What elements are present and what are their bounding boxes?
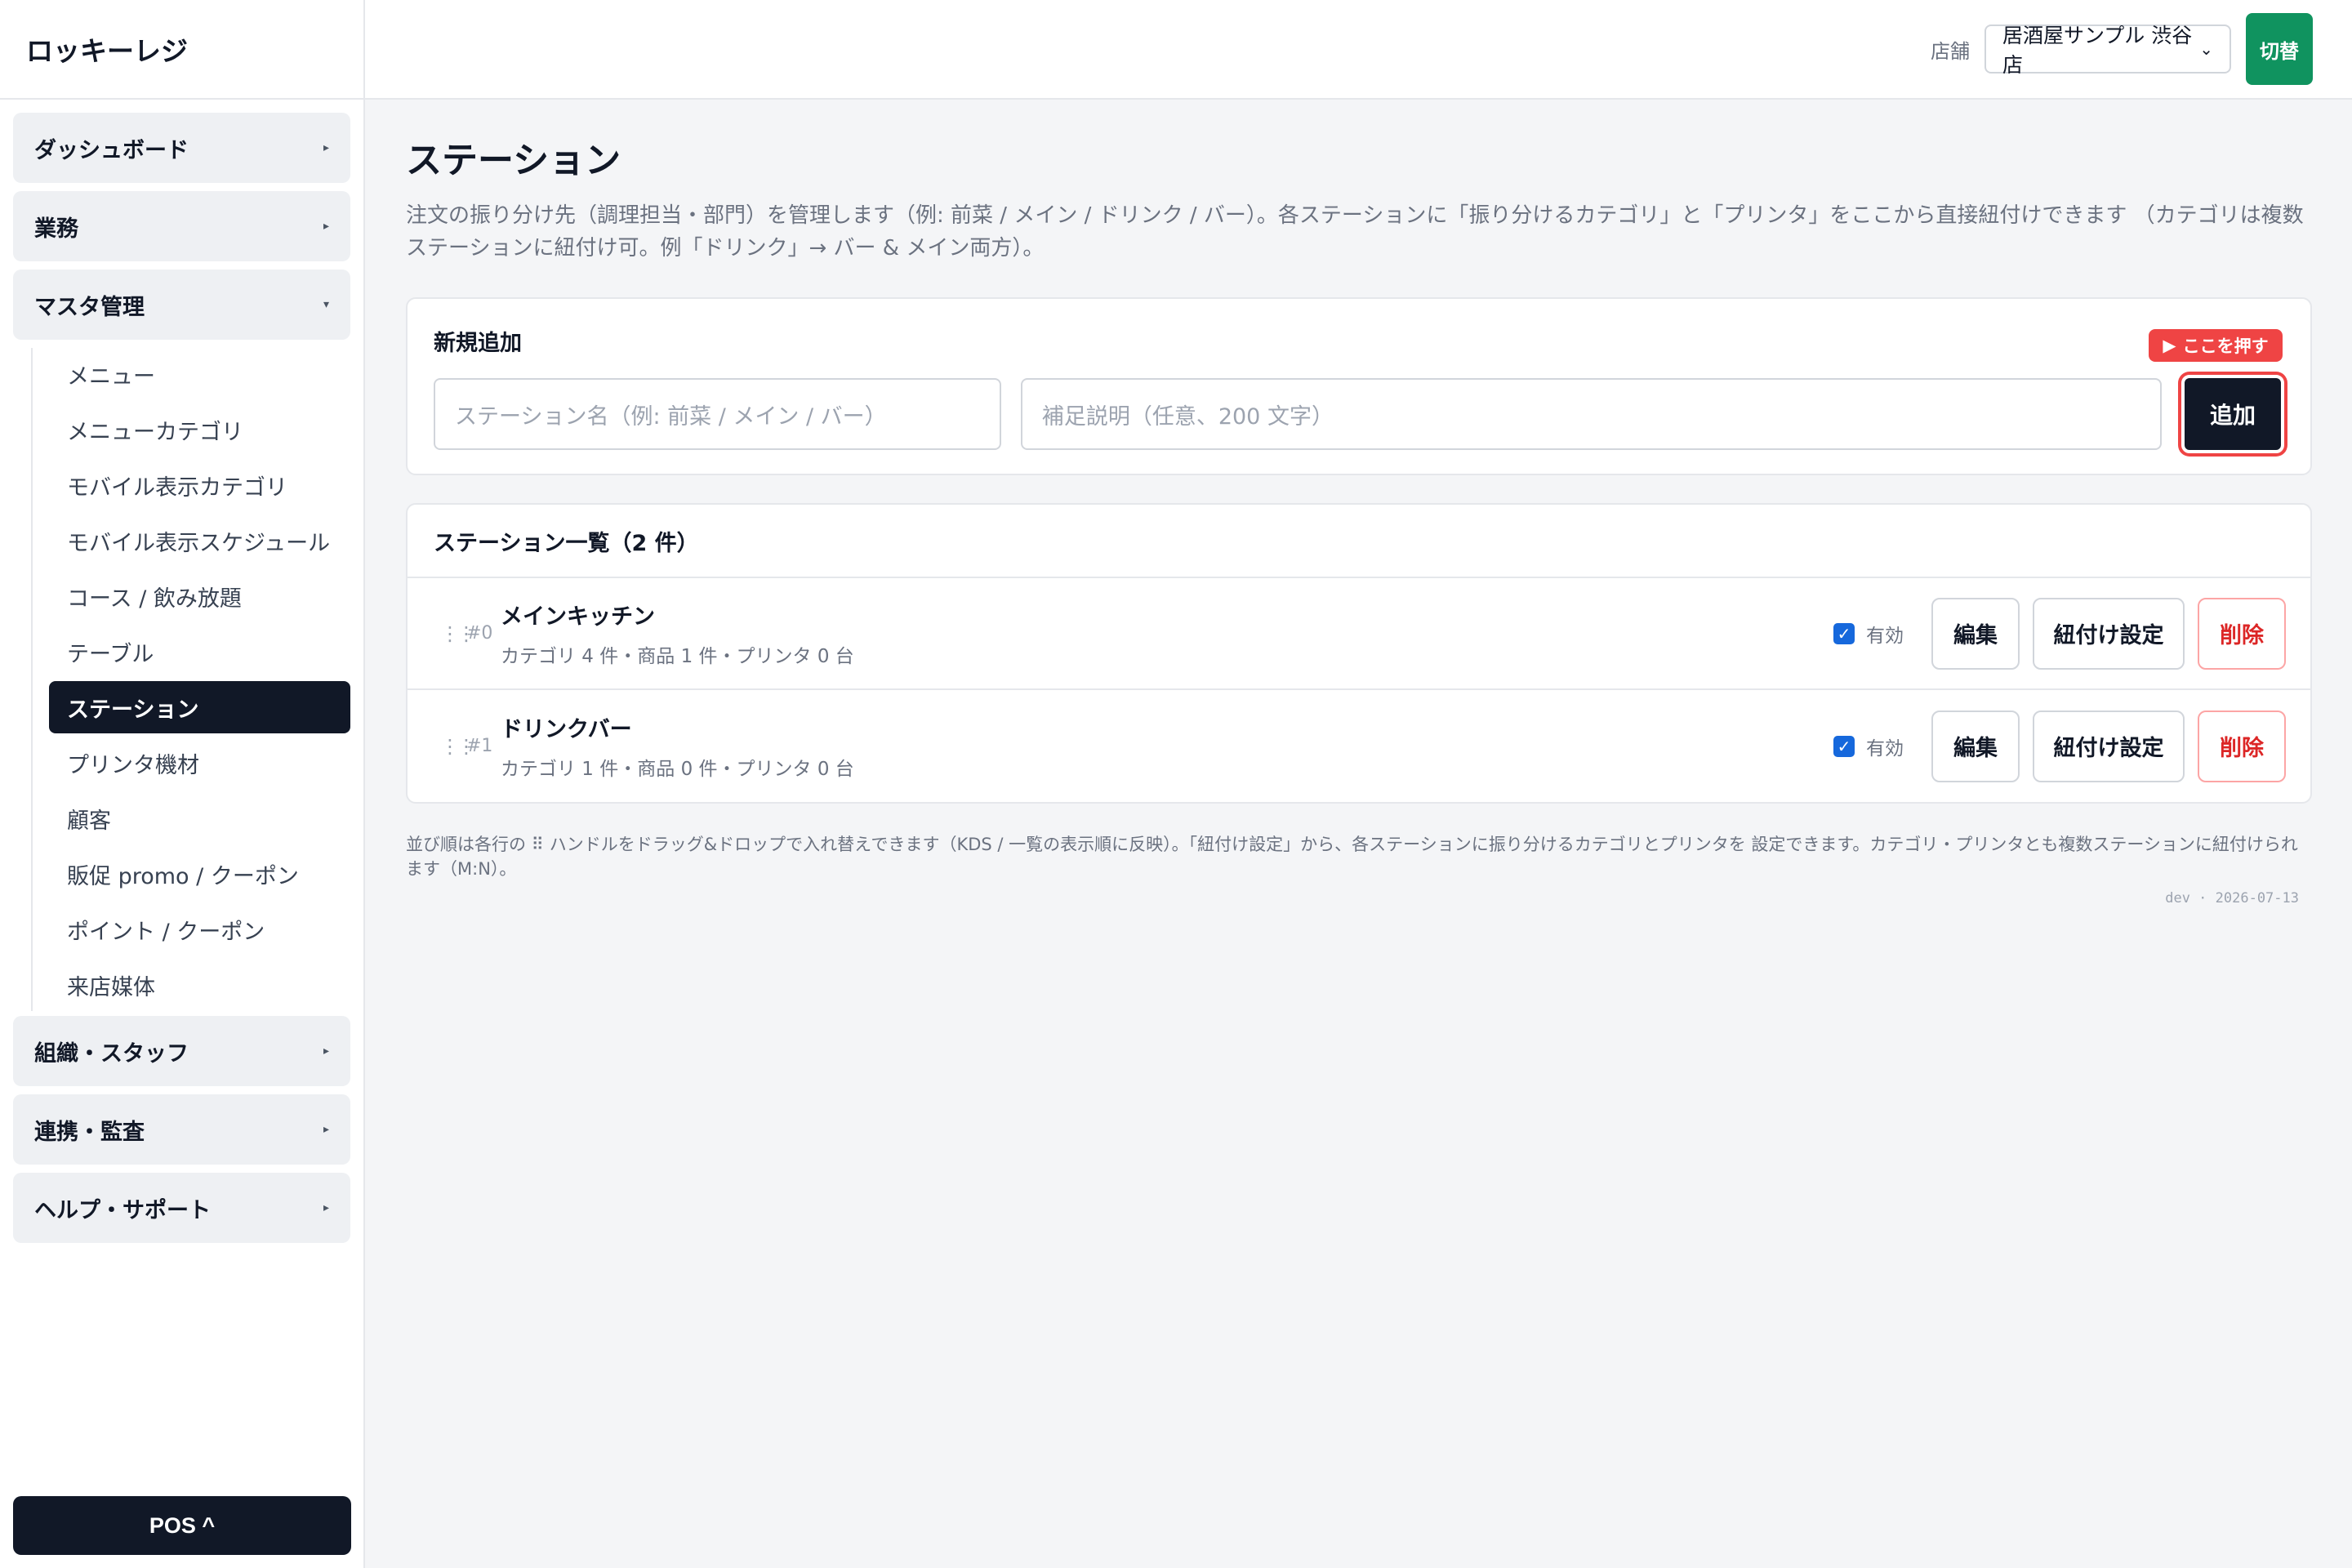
nav-group-help[interactable]: ヘルプ・サポート ▸: [13, 1173, 350, 1243]
app-root: ロッキーレジ ダッシュボード ▸ 業務 ▸ マスタ管理 ▾ メニュー メニューカテ…: [0, 0, 2352, 1568]
drag-handle-icon[interactable]: ⋮⋮: [440, 735, 476, 758]
sidebar-item-4[interactable]: コース / 飲み放題: [49, 570, 350, 622]
footer-note: 並び順は各行の ⠿ ハンドルをドラッグ&ドロップで入れ替えできます（KDS / …: [406, 835, 2298, 879]
sidebar-item-11[interactable]: 来店媒体: [49, 959, 350, 1011]
sidebar-item-6[interactable]: ステーション: [49, 681, 350, 733]
page-description: 注文の振り分け先（調理担当・部門）を管理します（例: 前菜 / メイン / ドリ…: [406, 203, 2304, 261]
add-station-card: 新規追加 ステーション名（例: 前菜 / メイン / バー） 補足説明（任意、2…: [406, 297, 2312, 475]
station-rows: ⋮⋮ #0 メインキッチン カテゴリ 4 件・商品 1 件・プリンタ 0 台 ✓ 有効 編集…: [408, 578, 2310, 802]
play-icon: ▶: [2163, 336, 2176, 355]
click-here-hint-label: ここを押す: [2182, 336, 2269, 356]
add-form-row: ステーション名（例: 前菜 / メイン / バー） 補足説明（任意、200 文字…: [434, 329, 2284, 453]
station-list-card: ステーション一覧（2 件） ⋮⋮ #0 メインキッチン カテゴリ 4 件・商品 1 件…: [406, 503, 2312, 804]
caret-right-icon: ▸: [323, 1201, 329, 1214]
enabled-toggle[interactable]: ✓ 有効: [1833, 620, 1904, 648]
enabled-toggle[interactable]: ✓ 有効: [1833, 733, 1904, 760]
edit-button[interactable]: 編集: [1931, 597, 2020, 670]
station-name-placeholder: ステーション名（例: 前菜 / メイン / バー）: [455, 403, 887, 430]
delete-button[interactable]: 削除: [2198, 597, 2286, 670]
sidebar-nav: ダッシュボード ▸ 業務 ▸ マスタ管理 ▾ メニュー メニューカテゴリ モバイル表…: [0, 100, 363, 1243]
link-settings-button[interactable]: 紐付け設定: [2033, 597, 2185, 670]
nav-group-label: 組織・スタッフ: [34, 1040, 189, 1067]
nav-group-label: 連携・監査: [34, 1119, 145, 1145]
build-info: dev · 2026-07-13: [2165, 890, 2299, 906]
sidebar-item-1[interactable]: メニューカテゴリ: [49, 403, 350, 456]
topbar: 店舗 居酒屋サンプル 渋谷店 ⌄ 切替: [365, 0, 2352, 100]
station-meta: カテゴリ 1 件・商品 0 件・プリンタ 0 台: [501, 759, 854, 780]
station-description-placeholder: 補足説明（任意、200 文字）: [1041, 403, 1334, 430]
station-name: ドリンクバー: [501, 717, 632, 742]
nav-group-label: マスタ管理: [34, 294, 145, 320]
station-meta: カテゴリ 4 件・商品 1 件・プリンタ 0 台: [501, 646, 854, 667]
add-station-button[interactable]: 追加: [2181, 375, 2284, 453]
switch-store-button[interactable]: 切替: [2246, 13, 2313, 85]
station-index: #1: [466, 736, 493, 756]
station-name: メインキッチン: [501, 604, 655, 630]
drag-handle-icon[interactable]: ⋮⋮: [440, 622, 476, 645]
brand-logo: ロッキーレジ: [0, 0, 363, 100]
enabled-label: 有効: [1866, 737, 1904, 760]
sidebar: ロッキーレジ ダッシュボード ▸ 業務 ▸ マスタ管理 ▾ メニュー メニューカテ…: [0, 0, 365, 1568]
station-row: ⋮⋮ #1 ドリンクバー カテゴリ 1 件・商品 0 件・プリンタ 0 台 ✓ 有効 編集紐…: [408, 690, 2310, 802]
sidebar-item-10[interactable]: ポイント / クーポン: [49, 903, 350, 956]
link-settings-button[interactable]: 紐付け設定: [2033, 710, 2185, 782]
station-list-title: ステーション一覧（2 件）: [408, 505, 2310, 578]
caret-down-icon: ▾: [323, 298, 329, 311]
station-info: メインキッチンカテゴリ 4 件・商品 1 件・プリンタ 0 台: [501, 599, 1833, 668]
sidebar-item-5[interactable]: テーブル: [49, 626, 350, 678]
caret-right-icon: ▸: [323, 141, 329, 154]
station-description-input[interactable]: 補足説明（任意、200 文字）: [1020, 378, 2162, 450]
sidebar-item-9[interactable]: 販促 promo / クーポン: [49, 848, 350, 900]
nav-group-dashboard[interactable]: ダッシュボード ▸: [13, 113, 350, 183]
station-info: ドリンクバーカテゴリ 1 件・商品 0 件・プリンタ 0 台: [501, 711, 1833, 781]
add-button-wrap: ▶ ここを押す 追加: [2149, 329, 2284, 453]
nav-group-organization[interactable]: 組織・スタッフ ▸: [13, 1016, 350, 1086]
sidebar-item-3[interactable]: モバイル表示スケジュール: [49, 514, 350, 567]
nav-group-integration[interactable]: 連携・監査 ▸: [13, 1094, 350, 1165]
enabled-label: 有効: [1866, 625, 1904, 647]
caret-right-icon: ▸: [323, 1123, 329, 1136]
station-name-input[interactable]: ステーション名（例: 前菜 / メイン / バー）: [434, 378, 1001, 450]
nav-group-master[interactable]: マスタ管理 ▾: [13, 270, 350, 340]
nav-group-label: ヘルプ・サポート: [34, 1197, 211, 1223]
checkbox-checked-icon[interactable]: ✓: [1833, 735, 1855, 757]
nav-group-operations[interactable]: 業務 ▸: [13, 191, 350, 261]
station-index: #0: [466, 623, 493, 644]
store-select-value: 居酒屋サンプル 渋谷店: [2002, 24, 2193, 77]
edit-button[interactable]: 編集: [1931, 710, 2020, 782]
page-title: ステーション: [406, 140, 621, 181]
pos-button[interactable]: POS ^: [13, 1496, 351, 1555]
checkbox-checked-icon[interactable]: ✓: [1833, 622, 1855, 644]
chevron-down-icon: ⌄: [2199, 39, 2213, 59]
store-label: 店舗: [1931, 39, 1970, 63]
delete-button[interactable]: 削除: [2198, 710, 2286, 782]
station-row: ⋮⋮ #0 メインキッチン カテゴリ 4 件・商品 1 件・プリンタ 0 台 ✓ 有効 編集…: [408, 578, 2310, 690]
caret-right-icon: ▸: [323, 1045, 329, 1058]
master-submenu: メニュー メニューカテゴリ モバイル表示カテゴリ モバイル表示スケジュール コース / …: [31, 348, 350, 1011]
sidebar-item-7[interactable]: プリンタ機材: [49, 737, 350, 789]
caret-right-icon: ▸: [323, 220, 329, 233]
store-select[interactable]: 居酒屋サンプル 渋谷店 ⌄: [1984, 24, 2231, 77]
sidebar-item-0[interactable]: メニュー: [49, 348, 350, 400]
main-content: ステーション 注文の振り分け先（調理担当・部門）を管理します（例: 前菜 / メ…: [406, 131, 2312, 906]
sidebar-item-8[interactable]: 顧客: [49, 792, 350, 844]
click-here-hint: ▶ ここを押す: [2149, 329, 2283, 362]
add-card-title: 新規追加: [434, 331, 522, 356]
nav-group-label: 業務: [34, 216, 78, 242]
nav-group-label: ダッシュボード: [34, 137, 189, 163]
sidebar-item-2[interactable]: モバイル表示カテゴリ: [49, 459, 350, 511]
